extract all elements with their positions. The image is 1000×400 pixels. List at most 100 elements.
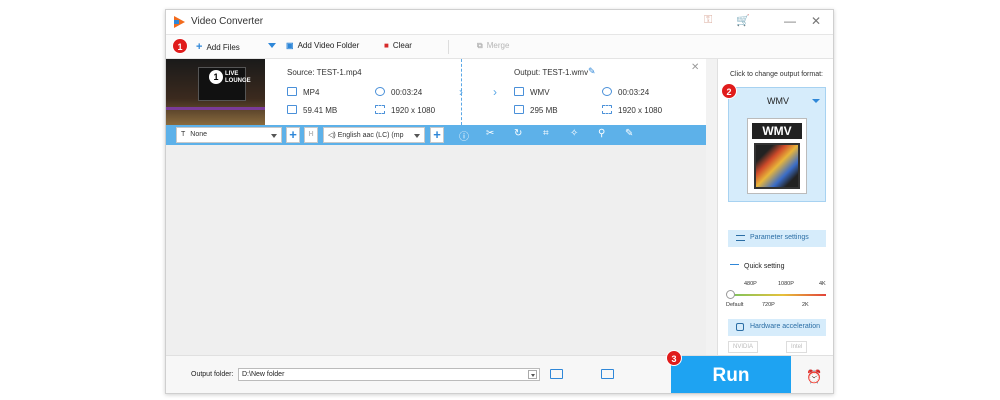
output-resolution: 1920 x 1080: [602, 105, 662, 115]
nvidia-option[interactable]: NVIDIA: [728, 341, 759, 353]
crop-icon[interactable]: ⌗: [543, 128, 549, 139]
output-label: Output: TEST-1.wmv: [514, 68, 589, 77]
key-icon[interactable]: ⚿: [704, 14, 712, 27]
hardware-acceleration-label: Hardware acceleration: [750, 323, 821, 330]
app-logo-icon: [174, 16, 185, 28]
quality-label-720p: 720P: [762, 302, 775, 308]
run-button[interactable]: Run: [671, 356, 791, 393]
merge-icon: ⧉: [477, 41, 483, 50]
folder-icon: [514, 105, 524, 114]
audio-track-value: English aac (LC) (mp: [337, 132, 404, 139]
chevron-down-icon: [414, 134, 420, 138]
chevron-down-icon: [812, 99, 820, 103]
alarm-clock-icon[interactable]: ⏰: [806, 369, 822, 385]
video-thumbnail[interactable]: 1 LIVE LOUNGE: [166, 59, 265, 125]
file-item[interactable]: 1 LIVE LOUNGE Source: TEST-1.mp4 MP4 00:…: [166, 59, 706, 125]
output-folder-input[interactable]: D:\New folder: [238, 368, 540, 381]
format-icon: [287, 87, 297, 96]
edit-name-icon[interactable]: ✎: [588, 66, 596, 77]
quality-slider-handle[interactable]: [726, 290, 735, 299]
output-format-value: WMV: [530, 88, 550, 97]
merge-button[interactable]: ⧉ Merge: [477, 41, 509, 51]
format-hint: Click to change output format:: [730, 71, 823, 78]
clock-icon: [602, 87, 612, 96]
chevron-right-icon: ›: [459, 85, 463, 99]
audio-track-dropdown[interactable]: ◁) English aac (LC) (mp: [323, 127, 425, 143]
file-list-area[interactable]: [166, 145, 706, 355]
quality-slider-track[interactable]: [730, 294, 826, 296]
output-folder-label: Output folder:: [191, 371, 234, 378]
cart-icon[interactable]: 🛒: [736, 14, 750, 27]
source-resolution-value: 1920 x 1080: [391, 106, 436, 115]
source-size: 59.41 MB: [287, 105, 337, 115]
subtitle-dropdown[interactable]: T None: [176, 127, 282, 143]
step-badge-1: 1: [172, 38, 188, 54]
quick-setting-label: Quick setting: [744, 263, 785, 270]
edit-pen-icon[interactable]: ✎: [625, 128, 633, 139]
resolution-icon: [602, 105, 612, 114]
chevron-down-icon[interactable]: [528, 370, 537, 379]
clear-button[interactable]: ■ Clear: [384, 41, 412, 50]
quality-label-2k: 2K: [802, 302, 809, 308]
quality-label-480p: 480P: [744, 281, 757, 287]
add-subtitle-button[interactable]: +: [286, 127, 300, 143]
settings-sliders-icon: [736, 235, 745, 241]
text-icon: T: [181, 131, 186, 138]
output-size: 295 MB: [514, 105, 558, 115]
edit-toolbar: T None + H ◁) English aac (LC) (mp + ⓘ ✂ ↻…: [166, 125, 706, 145]
chip-icon: [736, 323, 744, 331]
speaker-icon: ◁): [328, 132, 336, 139]
output-size-value: 295 MB: [530, 106, 558, 115]
parameter-settings-label: Parameter settings: [750, 234, 809, 241]
open-output-icon[interactable]: [601, 369, 614, 379]
format-icon-text: WMV: [752, 123, 802, 139]
output-resolution-value: 1920 x 1080: [618, 106, 663, 115]
remove-file-icon[interactable]: ✕: [691, 62, 699, 73]
parameter-settings-button[interactable]: Parameter settings: [728, 230, 826, 247]
hardware-acceleration-button[interactable]: Hardware acceleration: [728, 319, 826, 336]
effects-wand-icon[interactable]: ✧: [570, 128, 578, 139]
window-title: Video Converter: [191, 16, 264, 27]
source-resolution: 1920 x 1080: [375, 105, 435, 115]
subtitle-value: None: [190, 131, 208, 138]
merge-label: Merge: [486, 41, 510, 50]
open-folder-icon[interactable]: [550, 369, 563, 379]
intel-option[interactable]: Intel: [786, 341, 808, 353]
output-duration: 00:03:24: [602, 87, 649, 97]
subtitle-style-icon[interactable]: H: [304, 127, 318, 143]
scissors-icon[interactable]: ✂: [486, 128, 494, 139]
clear-label: Clear: [392, 41, 412, 50]
source-format: MP4: [287, 87, 319, 97]
quick-setting-icon: [730, 264, 739, 268]
add-files-button[interactable]: + Add Files: [196, 41, 240, 53]
add-video-folder-button[interactable]: ▣ Add Video Folder: [286, 41, 359, 50]
thumbnail-stripe: [166, 107, 265, 110]
clock-icon: [375, 87, 385, 96]
output-format-selector[interactable]: WMV WMV: [728, 87, 826, 202]
app-window: Video Converter ⚿ 🛒 — ✕ + Add Files ▣ Add …: [165, 9, 834, 394]
toolbar: + Add Files ▣ Add Video Folder ■ Clear ⧉ Mer…: [166, 35, 833, 59]
format-icon: [514, 87, 524, 96]
minimize-button[interactable]: —: [784, 14, 796, 28]
info-icon[interactable]: ⓘ: [459, 128, 469, 143]
folder-icon: [287, 105, 297, 114]
source-size-value: 59.41 MB: [303, 106, 338, 115]
wmv-format-icon: WMV: [747, 118, 807, 194]
chevron-down-icon: [271, 134, 277, 138]
watermark-stamp-icon[interactable]: ⚲: [598, 128, 605, 139]
close-button[interactable]: ✕: [811, 14, 821, 28]
add-files-label: Add Files: [206, 43, 240, 52]
plus-icon: +: [196, 41, 203, 53]
add-files-dropdown-icon[interactable]: [268, 43, 276, 48]
output-format: WMV: [514, 87, 550, 97]
rotate-icon[interactable]: ↻: [514, 128, 522, 139]
add-audio-button[interactable]: +: [430, 127, 444, 143]
source-label: Source: TEST-1.mp4: [287, 68, 362, 77]
step-badge-3: 3: [666, 350, 682, 366]
quality-label-1080p: 1080P: [778, 281, 794, 287]
thumbnail-text: LIVE LOUNGE: [225, 71, 251, 84]
source-format-value: MP4: [303, 88, 320, 97]
source-duration-value: 00:03:24: [391, 88, 423, 97]
resolution-icon: [375, 105, 385, 114]
output-folder-value: D:\New folder: [242, 371, 285, 378]
